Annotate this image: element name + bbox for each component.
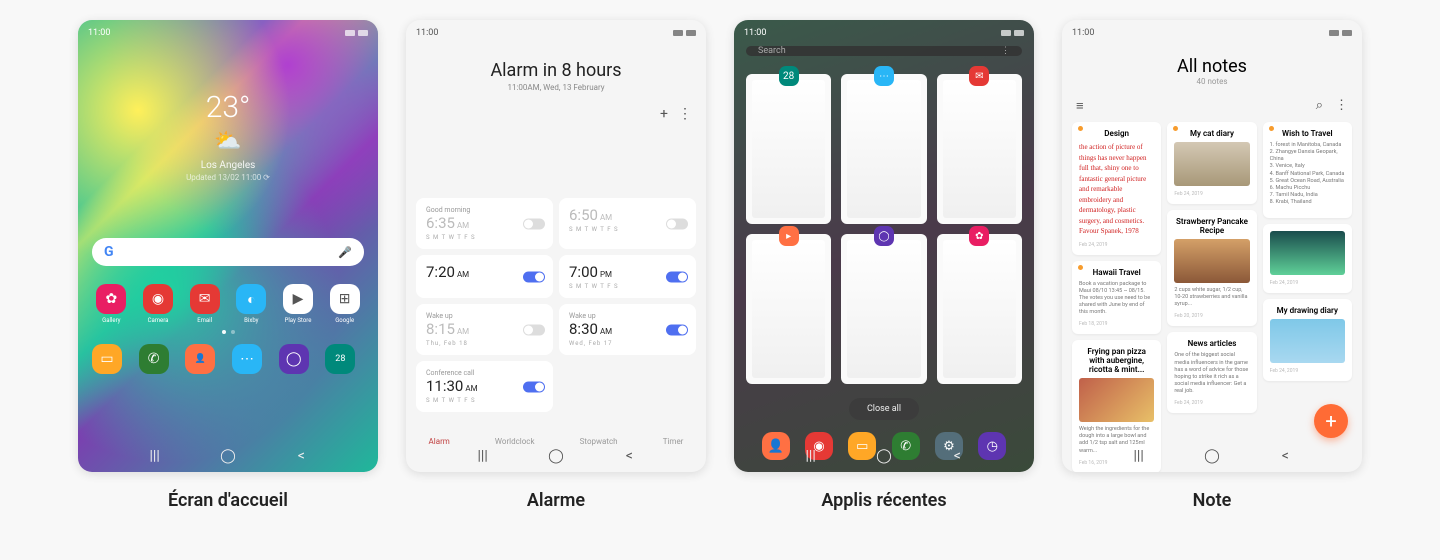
alarm-toggle[interactable] xyxy=(666,324,688,335)
alarm-title: Alarm in 8 hours xyxy=(406,60,706,81)
recent-app-internet[interactable]: ◯ xyxy=(841,234,926,384)
note-card[interactable]: Wish to Travel1. forest in Manitoba, Can… xyxy=(1263,122,1352,218)
nav-home[interactable]: ◯ xyxy=(548,448,564,464)
weather-icon: ⛅ xyxy=(78,129,378,154)
mic-icon: 🎤 xyxy=(338,246,352,259)
nav-home[interactable]: ◯ xyxy=(220,448,236,464)
note-card[interactable]: Hawaii TravelBook a vacation package to … xyxy=(1072,261,1161,335)
note-card[interactable]: My drawing diaryFeb 24, 2019 xyxy=(1263,299,1352,381)
nav-back[interactable]: < xyxy=(621,448,637,464)
tab-alarm[interactable]: Alarm xyxy=(429,437,450,446)
alarm-toggle[interactable] xyxy=(523,381,545,392)
note-card[interactable]: Feb 24, 2019 xyxy=(1263,224,1352,293)
search-icon[interactable]: ⌕ xyxy=(1316,98,1323,113)
note-card[interactable]: Strawberry Pancake Recipe2 cups white su… xyxy=(1167,210,1256,326)
alarm-card[interactable]: Wake up8:15AMThu, Feb 18 xyxy=(416,304,553,355)
tab-stopwatch[interactable]: Stopwatch xyxy=(580,437,618,446)
nav-back[interactable]: < xyxy=(1277,448,1293,464)
more-icon[interactable]: ⋮ xyxy=(678,106,692,122)
dock-phone[interactable]: ✆ xyxy=(139,344,169,374)
caption: Écran d'accueil xyxy=(168,490,288,511)
alarm-toggle[interactable] xyxy=(523,324,545,335)
close-all-button[interactable]: Close all xyxy=(849,398,919,420)
recent-app-messages[interactable]: ⋯ xyxy=(841,74,926,224)
google-icon: G xyxy=(104,244,114,260)
alarm-toggle[interactable] xyxy=(666,271,688,282)
nav-back[interactable]: < xyxy=(949,448,965,464)
recent-app-gallery[interactable]: ✿ xyxy=(937,234,1022,384)
add-alarm-button[interactable]: + xyxy=(660,106,668,122)
pin-icon xyxy=(1078,265,1083,270)
alarm-card[interactable]: 7:00PMS M T W T F S xyxy=(559,255,696,298)
home-screen: 11:00 23° ⛅ Los Angeles Updated 13/02 11… xyxy=(78,20,378,472)
recents-search[interactable]: Search⋮ xyxy=(746,46,1022,56)
weather-widget[interactable]: 23° ⛅ Los Angeles Updated 13/02 11:00 ⟳ xyxy=(78,90,378,182)
recent-app-email[interactable]: ✉ xyxy=(937,74,1022,224)
google-search[interactable]: G 🎤 xyxy=(92,238,364,266)
app-camera[interactable]: ◉Camera xyxy=(139,284,178,324)
alarm-toggle[interactable] xyxy=(666,218,688,229)
notes-screen: 11:00 All notes 40 notes ≡ ⌕⋮ Designthe … xyxy=(1062,20,1362,472)
pin-icon xyxy=(1269,126,1274,131)
alarm-toggle[interactable] xyxy=(523,271,545,282)
more-icon[interactable]: ⋮ xyxy=(1335,98,1348,113)
alarm-toggle[interactable] xyxy=(523,218,545,229)
nav-back[interactable]: < xyxy=(293,448,309,464)
dock-contacts[interactable]: 👤 xyxy=(185,344,215,374)
status-time: 11:00 xyxy=(88,28,110,38)
alarm-screen: 11:00 Alarm in 8 hours 11:00AM, Wed, 13 … xyxy=(406,20,706,472)
add-note-fab[interactable]: + xyxy=(1314,404,1348,438)
menu-icon[interactable]: ≡ xyxy=(1076,98,1084,114)
alarm-card[interactable]: Good morning6:35AMS M T W T F S xyxy=(416,198,553,249)
recent-app-music[interactable]: ▸ xyxy=(746,234,831,384)
recent-app-calendar[interactable]: 28 xyxy=(746,74,831,224)
dock-calendar[interactable]: 28 xyxy=(325,344,355,374)
dock-internet[interactable]: ◯ xyxy=(279,344,309,374)
nav-recents[interactable]: ||| xyxy=(1131,448,1147,464)
notes-count: 40 notes xyxy=(1062,77,1362,86)
nav-recents[interactable]: ||| xyxy=(475,448,491,464)
tab-timer[interactable]: Timer xyxy=(663,437,684,446)
alarm-card[interactable]: 7:20AM xyxy=(416,255,553,298)
note-card[interactable]: My cat diaryFeb 24, 2019 xyxy=(1167,122,1256,204)
recents-screen: 11:00 Search⋮ 28⋯✉▸◯✿ Close all 👤◉▭✆⚙◷ |… xyxy=(734,20,1034,472)
note-card[interactable]: Designthe action of picture of things ha… xyxy=(1072,122,1161,255)
app-bixby[interactable]: ◐Bixby xyxy=(232,284,271,324)
alarm-subtitle: 11:00AM, Wed, 13 February xyxy=(406,83,706,92)
nav-home[interactable]: ◯ xyxy=(876,448,892,464)
notes-title: All notes xyxy=(1062,56,1362,77)
dock-files[interactable]: ▭ xyxy=(92,344,122,374)
alarm-card[interactable]: Wake up8:30AMWed, Feb 17 xyxy=(559,304,696,355)
alarm-card[interactable]: 6:50AMS M T W T F S xyxy=(559,198,696,249)
app-play store[interactable]: ▶Play Store xyxy=(279,284,318,324)
dock-messages[interactable]: ⋯ xyxy=(232,344,262,374)
nav-home[interactable]: ◯ xyxy=(1204,448,1220,464)
nav-recents[interactable]: ||| xyxy=(147,448,163,464)
status-icons xyxy=(345,30,368,36)
nav-recents[interactable]: ||| xyxy=(803,448,819,464)
more-icon[interactable]: ⋮ xyxy=(1001,46,1010,56)
app-email[interactable]: ✉Email xyxy=(185,284,224,324)
app-gallery[interactable]: ✿Gallery xyxy=(92,284,131,324)
alarm-card[interactable]: Conference call11:30AMS M T W T F S xyxy=(416,361,553,412)
tab-worldclock[interactable]: Worldclock xyxy=(495,437,535,446)
app-google[interactable]: ⊞Google xyxy=(325,284,364,324)
pin-icon xyxy=(1078,126,1083,131)
note-card[interactable]: News articlesOne of the biggest social m… xyxy=(1167,332,1256,413)
